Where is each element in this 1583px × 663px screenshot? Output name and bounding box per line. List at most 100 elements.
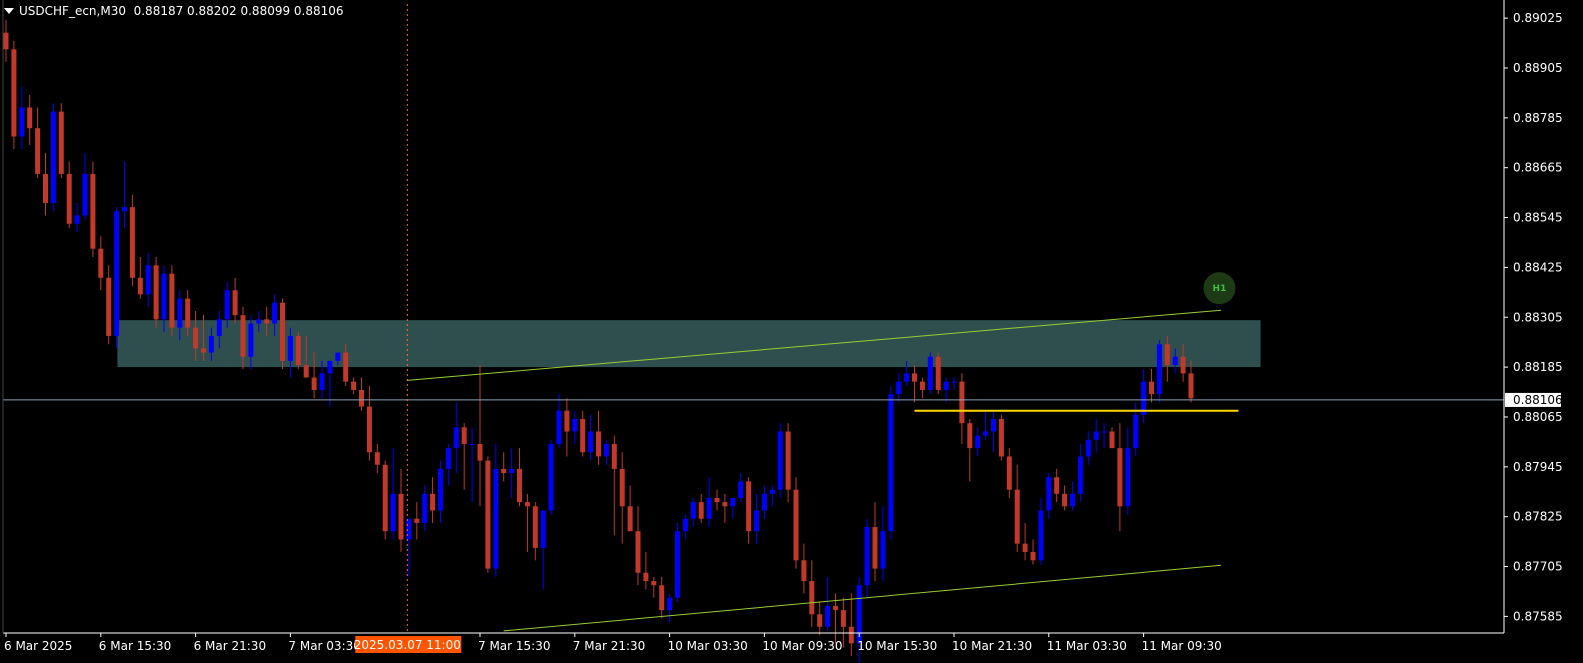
x-tick-label: 10 Mar 21:30 (952, 639, 1032, 653)
candle (445, 443, 451, 486)
candle-body (1180, 356, 1186, 374)
candle (351, 377, 357, 395)
trendline[interactable] (503, 564, 1222, 632)
candle-body (1156, 344, 1162, 395)
candle (896, 373, 902, 403)
candle-body (682, 518, 688, 532)
candle (927, 352, 933, 395)
candle (1077, 443, 1083, 503)
candle-body (754, 510, 759, 532)
timeframe-badge-label: H1 (1213, 284, 1227, 294)
candle (667, 593, 673, 623)
candle-body (809, 581, 815, 615)
candle (129, 194, 135, 287)
candle-body (129, 207, 135, 278)
symbol-info: USDCHF_ecn,M30 0.88187 0.88202 0.88099 0… (4, 4, 344, 18)
collapse-triangle-icon[interactable] (4, 8, 14, 14)
candle (493, 443, 499, 577)
candle (1101, 423, 1107, 449)
candle-body (801, 560, 807, 582)
candle (769, 485, 775, 507)
candle-body (706, 497, 712, 519)
candle (11, 40, 17, 149)
candle-body (540, 510, 546, 548)
y-tick-label: 0.89025 (1513, 11, 1563, 25)
candle (1046, 473, 1052, 519)
candle-body (98, 248, 104, 278)
candle-body (919, 381, 925, 390)
x-tick-label: 7 Mar 21:30 (573, 639, 646, 653)
candle (74, 203, 80, 233)
candle-body (991, 419, 996, 432)
candle-body (1133, 414, 1139, 449)
candle (951, 377, 957, 390)
candle-body (1054, 477, 1060, 494)
candle (690, 497, 696, 528)
candle (651, 576, 657, 598)
candle (1014, 464, 1020, 552)
candle-body (793, 489, 799, 561)
candle-body (122, 207, 127, 212)
candle-body (635, 531, 641, 573)
candle-body (675, 531, 680, 598)
candle-body (524, 502, 530, 507)
candle-body (722, 502, 728, 507)
candle (98, 236, 104, 291)
y-tick-label: 0.88305 (1513, 310, 1563, 324)
candle-body (477, 443, 483, 461)
candle (596, 410, 601, 465)
candle-body (27, 107, 33, 129)
candle (825, 576, 831, 631)
candle-body (11, 49, 17, 137)
candle-body (366, 406, 372, 453)
candle-body (1038, 510, 1044, 561)
candle-body (351, 381, 357, 390)
candle-body (1070, 493, 1075, 507)
candle-body (975, 435, 981, 449)
candle (785, 423, 791, 503)
candle (817, 601, 823, 636)
candle (414, 502, 420, 540)
candle-body (232, 290, 238, 316)
candle-body (840, 610, 846, 627)
candle-body (398, 493, 404, 540)
candle-body (1062, 493, 1068, 507)
price-chart[interactable]: H1 0.89025 0.88905 0.88785 0.88665 0.88545 0.… (0, 0, 1583, 663)
candle (3, 20, 9, 62)
candle (548, 439, 554, 515)
candle-body (35, 128, 41, 174)
candle (540, 510, 546, 590)
candle-body (627, 506, 633, 532)
y-tick-label: 0.88425 (1513, 260, 1563, 274)
candle-body (888, 394, 894, 532)
candle (366, 385, 372, 461)
candle-body (1022, 543, 1028, 552)
candle-body (1046, 477, 1052, 511)
y-tick-label: 0.88665 (1513, 161, 1563, 175)
candle (738, 473, 744, 503)
candle (722, 493, 728, 523)
candle (398, 468, 404, 552)
candle (714, 489, 720, 511)
candle-body (453, 427, 459, 449)
candle (1156, 340, 1162, 403)
y-tick-label: 0.88545 (1513, 211, 1563, 225)
candle-body (438, 468, 443, 511)
candle-body (82, 173, 88, 216)
candle-body (359, 389, 364, 407)
candle (374, 443, 380, 474)
candle-body (1149, 381, 1154, 395)
candle-body (532, 506, 538, 548)
candle (501, 452, 507, 482)
candle-body (445, 448, 451, 469)
candle (880, 506, 886, 582)
candle (19, 86, 25, 149)
candle (935, 352, 941, 395)
candle (469, 427, 475, 503)
candle-body (1164, 344, 1170, 366)
candle-body (43, 173, 48, 204)
candle-body (153, 265, 159, 320)
candle-body (501, 468, 507, 474)
candle-body (1030, 551, 1036, 561)
candle (635, 506, 641, 586)
